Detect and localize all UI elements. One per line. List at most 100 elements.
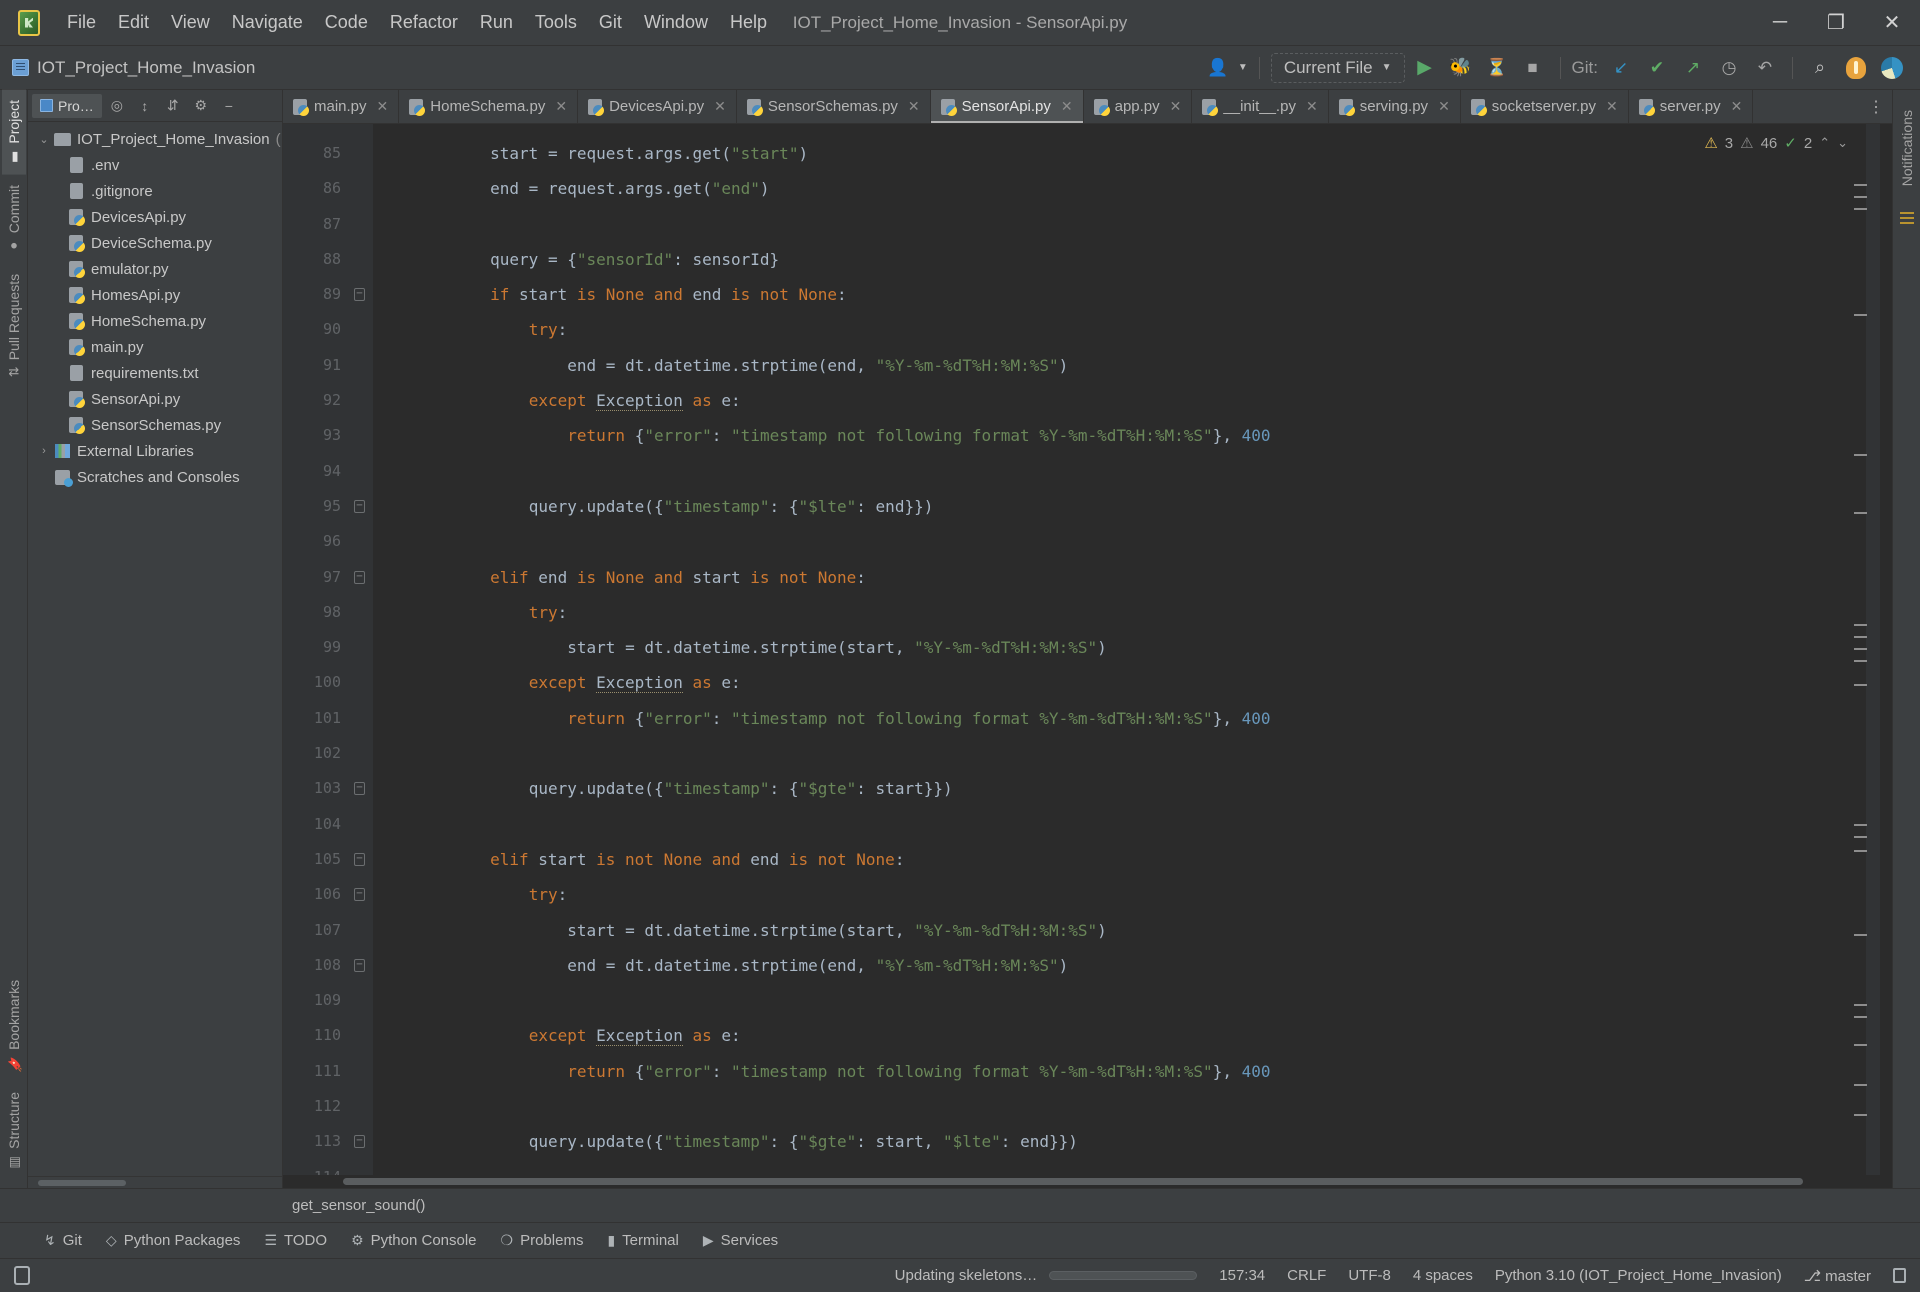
line-number-gutter[interactable]: 8586878889─909192939495─9697─98991001011… — [283, 124, 351, 1175]
close-icon[interactable]: ✕ — [908, 98, 920, 115]
code-line[interactable] — [373, 1089, 1866, 1124]
line-separator[interactable]: CRLF — [1287, 1267, 1326, 1284]
code-line[interactable] — [373, 207, 1866, 242]
editor-tab-serving[interactable]: serving.py ✕ — [1329, 90, 1461, 123]
close-icon[interactable]: ✕ — [1061, 98, 1073, 115]
editor-tab-app[interactable]: app.py ✕ — [1084, 90, 1193, 123]
code-line[interactable] — [373, 1160, 1866, 1175]
code-line[interactable]: try: — [373, 877, 1866, 912]
ai-assistant-icon[interactable] — [1840, 52, 1872, 84]
tree-item-sensorschemas[interactable]: SensorSchemas.py — [28, 412, 282, 438]
stop-button[interactable]: ■ — [1517, 52, 1549, 84]
editor-tab-init[interactable]: __init__.py ✕ — [1192, 90, 1328, 123]
menu-window[interactable]: Window — [633, 8, 719, 37]
menu-run[interactable]: Run — [469, 8, 524, 37]
code-line[interactable]: start = dt.datetime.strptime(start, "%Y-… — [373, 913, 1866, 948]
code-fold-icon[interactable]: ─ — [354, 500, 365, 513]
editor-horizontal-scrollbar[interactable] — [283, 1175, 1892, 1188]
git-update-icon[interactable]: ↙ — [1605, 52, 1637, 84]
close-icon[interactable]: ✕ — [1731, 98, 1743, 115]
minimize-button[interactable]: ─ — [1752, 0, 1808, 46]
collapse-all-icon[interactable]: ⇵ — [160, 94, 186, 118]
indent-setting[interactable]: 4 spaces — [1413, 1267, 1473, 1284]
tree-item-homeschema[interactable]: HomeSchema.py — [28, 308, 282, 334]
code-line[interactable]: return {"error": "timestamp not followin… — [373, 418, 1866, 453]
code-line[interactable] — [373, 736, 1866, 771]
code-line[interactable]: elif start is not None and end is not No… — [373, 842, 1866, 877]
tree-item-external-libraries[interactable]: › External Libraries — [28, 438, 282, 464]
tool-window-problems[interactable]: ❍ Problems — [491, 1228, 594, 1253]
code-line[interactable]: start = dt.datetime.strptime(start, "%Y-… — [373, 630, 1866, 665]
run-with-coverage-icon[interactable]: ⏳ — [1481, 52, 1513, 84]
previous-problem-icon[interactable]: ⌃ — [1819, 135, 1830, 151]
code-line[interactable]: return {"error": "timestamp not followin… — [373, 701, 1866, 736]
debug-bug-icon[interactable]: 🐝 — [1445, 52, 1477, 84]
breadcrumb[interactable]: IOT_Project_Home_Invasion — [12, 58, 255, 78]
git-history-icon[interactable]: ◷ — [1713, 52, 1745, 84]
code-line[interactable]: query.update({"timestamp": {"$gte": star… — [373, 771, 1866, 806]
maximize-button[interactable]: ❐ — [1808, 0, 1864, 46]
git-rollback-icon[interactable]: ↶ — [1749, 52, 1781, 84]
close-icon[interactable]: ✕ — [1306, 98, 1318, 115]
code-folding-gutter[interactable] — [351, 124, 373, 1175]
code-fold-icon[interactable]: ─ — [354, 888, 365, 901]
editor-tab-sensorapi[interactable]: SensorApi.py ✕ — [931, 90, 1084, 123]
search-everywhere-icon[interactable] — [1876, 52, 1908, 84]
hide-panel-icon[interactable]: − — [216, 94, 242, 118]
code-fold-icon[interactable]: ─ — [354, 782, 365, 795]
code-fold-icon[interactable]: ─ — [354, 571, 365, 584]
close-icon[interactable]: ✕ — [1606, 98, 1618, 115]
tool-window-terminal[interactable]: ▮ Terminal — [597, 1228, 688, 1253]
code-line[interactable]: except Exception as e: — [373, 665, 1866, 700]
background-task-progress[interactable]: Updating skeletons… — [895, 1267, 1198, 1284]
tree-item-root[interactable]: ⌄ IOT_Project_Home_Invasion ( — [28, 126, 282, 152]
tree-item-devicesapi[interactable]: DevicesApi.py — [28, 204, 282, 230]
menu-navigate[interactable]: Navigate — [221, 8, 314, 37]
select-opened-file-icon[interactable]: ◎ — [104, 94, 130, 118]
code-line[interactable] — [373, 454, 1866, 489]
tree-item-deviceschema[interactable]: DeviceSchema.py — [28, 230, 282, 256]
tree-item-requirements[interactable]: requirements.txt — [28, 360, 282, 386]
project-tree[interactable]: ⌄ IOT_Project_Home_Invasion ( .env .giti… — [28, 122, 282, 1176]
editor-tab-sensorschemas[interactable]: SensorSchemas.py ✕ — [737, 90, 931, 123]
search-icon[interactable]: ⌕ — [1804, 52, 1836, 84]
code-text-area[interactable]: start = request.args.get("start") end = … — [373, 124, 1866, 1175]
python-interpreter[interactable]: Python 3.10 (IOT_Project_Home_Invasion) — [1495, 1267, 1782, 1284]
code-line[interactable]: try: — [373, 595, 1866, 630]
code-line[interactable]: elif end is None and start is not None: — [373, 560, 1866, 595]
code-line[interactable]: query.update({"timestamp": {"$lte": end}… — [373, 489, 1866, 524]
code-line[interactable]: except Exception as e: — [373, 383, 1866, 418]
sidebar-item-structure[interactable]: ▤ Structure — [2, 1082, 26, 1180]
close-icon[interactable]: ✕ — [377, 98, 389, 115]
menu-code[interactable]: Code — [314, 8, 379, 37]
caret-position[interactable]: 157:34 — [1219, 1267, 1265, 1284]
menu-git[interactable]: Git — [588, 8, 633, 37]
editor-tab-main[interactable]: main.py ✕ — [283, 90, 399, 123]
project-panel-tab[interactable]: Pro… — [32, 94, 102, 118]
run-button[interactable]: ▶ — [1409, 52, 1441, 84]
code-line[interactable] — [373, 807, 1866, 842]
menu-tools[interactable]: Tools — [524, 8, 588, 37]
code-line[interactable] — [373, 524, 1866, 559]
tool-window-python-console[interactable]: ⚙ Python Console — [341, 1228, 486, 1253]
menu-view[interactable]: View — [160, 8, 221, 37]
next-problem-icon[interactable]: ⌄ — [1837, 135, 1848, 151]
close-button[interactable]: ✕ — [1864, 0, 1920, 46]
code-line[interactable]: return {"error": "timestamp not followin… — [373, 1054, 1866, 1089]
settings-gear-icon[interactable]: ⚙ — [188, 94, 214, 118]
toggle-tool-window-icon[interactable] — [14, 1266, 30, 1285]
git-branch-widget[interactable]: ⎇ master — [1804, 1267, 1871, 1285]
code-line[interactable] — [373, 983, 1866, 1018]
chevron-down-icon[interactable]: ▼ — [1238, 62, 1248, 73]
project-panel-horizontal-scrollbar[interactable] — [28, 1176, 282, 1188]
close-icon[interactable]: ✕ — [555, 98, 567, 115]
code-line[interactable]: if start is None and end is not None: — [373, 277, 1866, 312]
editor-marker-bar[interactable] — [1866, 124, 1880, 1175]
tree-item-emulator[interactable]: emulator.py — [28, 256, 282, 282]
tool-window-python-packages[interactable]: ◇ Python Packages — [96, 1228, 251, 1253]
menu-refactor[interactable]: Refactor — [379, 8, 469, 37]
editor-tabs-more-icon[interactable]: ⋮ — [1860, 90, 1892, 123]
tree-item-scratches-and-consoles[interactable]: Scratches and Consoles — [28, 464, 282, 490]
tool-window-services[interactable]: ▶ Services — [693, 1228, 788, 1253]
expand-all-icon[interactable]: ↕ — [132, 94, 158, 118]
